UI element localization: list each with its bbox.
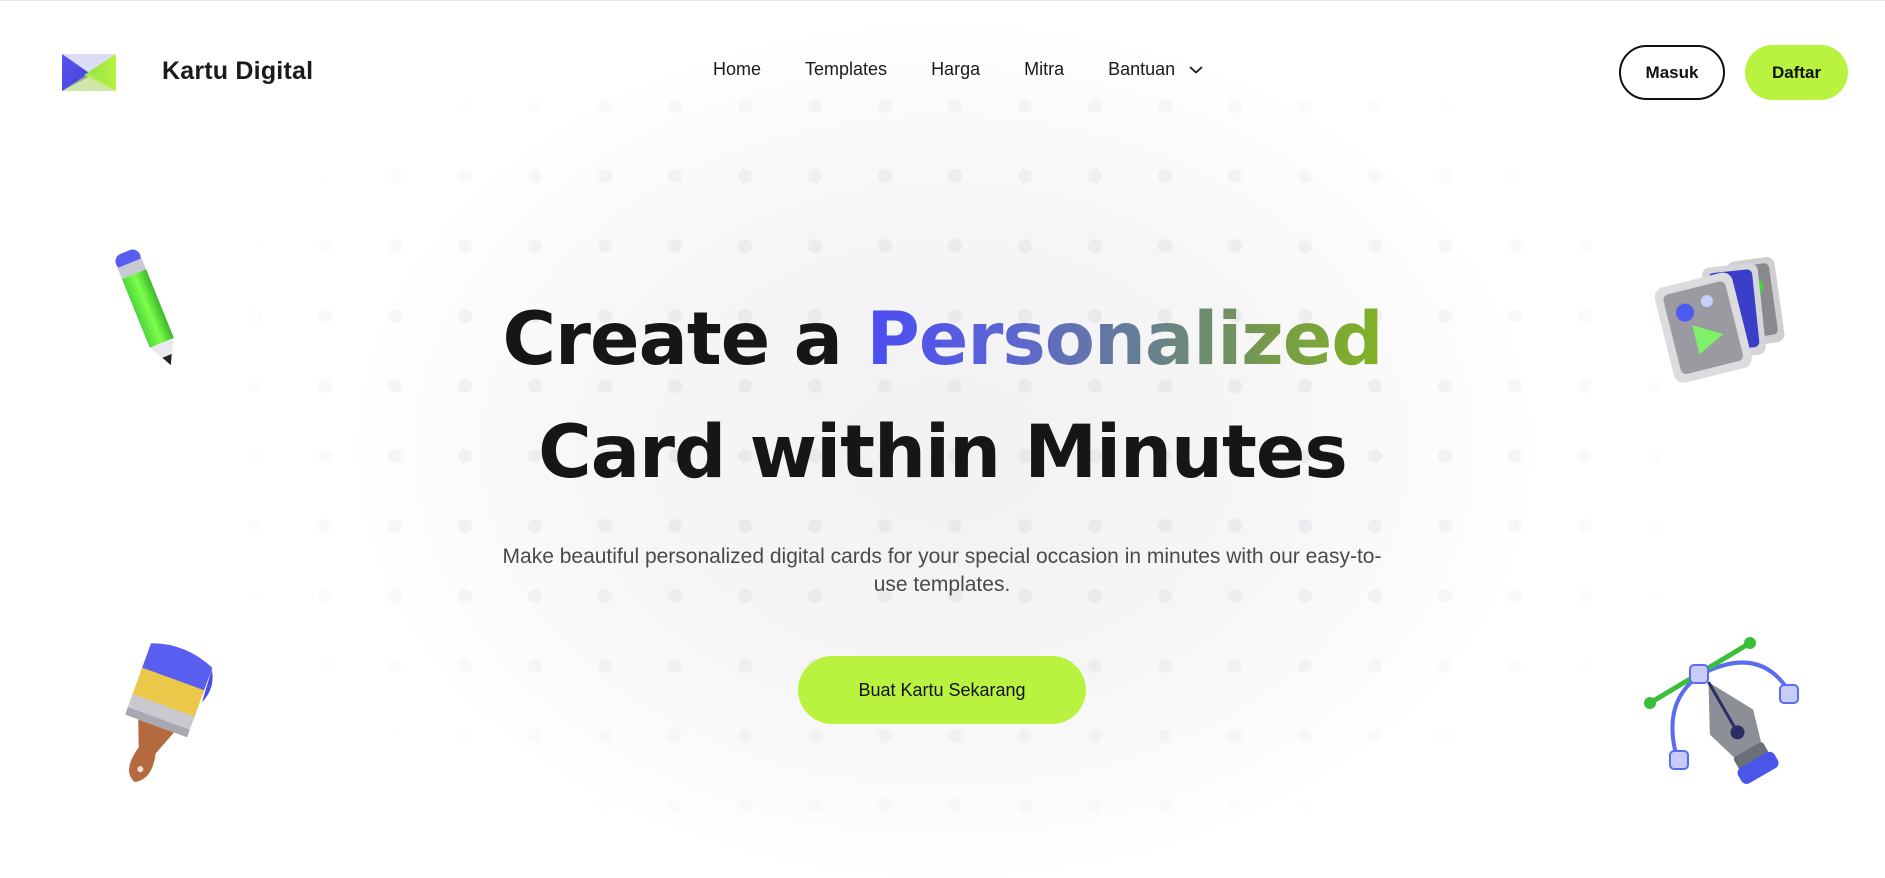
hero-subtitle: Make beautiful personalized digital card… [502,545,1382,596]
brand-name[interactable]: Kartu Digital [162,57,313,86]
headline-prefix: Create a [502,297,842,382]
envelope-logo-icon[interactable] [62,51,118,93]
paint-brush-icon [125,643,213,782]
register-button[interactable]: Daftar [1745,45,1848,100]
nav-bantuan-label: Bantuan [1108,59,1176,79]
login-button[interactable]: Masuk [1619,45,1725,100]
create-card-button[interactable]: Buat Kartu Sekarang [798,656,1086,724]
nav-mitra[interactable]: Mitra [1024,59,1064,80]
headline-highlight: Personalized [866,297,1383,382]
nav-harga[interactable]: Harga [931,59,980,80]
page: Kartu Digital Home Templates Harga Mitra… [0,0,1885,878]
chevron-down-icon [1189,66,1203,73]
nav-templates[interactable]: Templates [805,59,887,80]
nav-bantuan-dropdown[interactable]: Bantuan [1108,59,1203,80]
main-nav: Home Templates Harga Mitra Bantuan [713,59,1203,80]
pen-tool-icon [1644,637,1799,784]
hero-headline-line-1: Create a Personalized [0,303,1885,376]
hero-headline-line-2: Card within Minutes [538,410,1348,495]
nav-home[interactable]: Home [713,59,761,80]
navbar: Kartu Digital Home Templates Harga Mitra… [0,1,1885,141]
